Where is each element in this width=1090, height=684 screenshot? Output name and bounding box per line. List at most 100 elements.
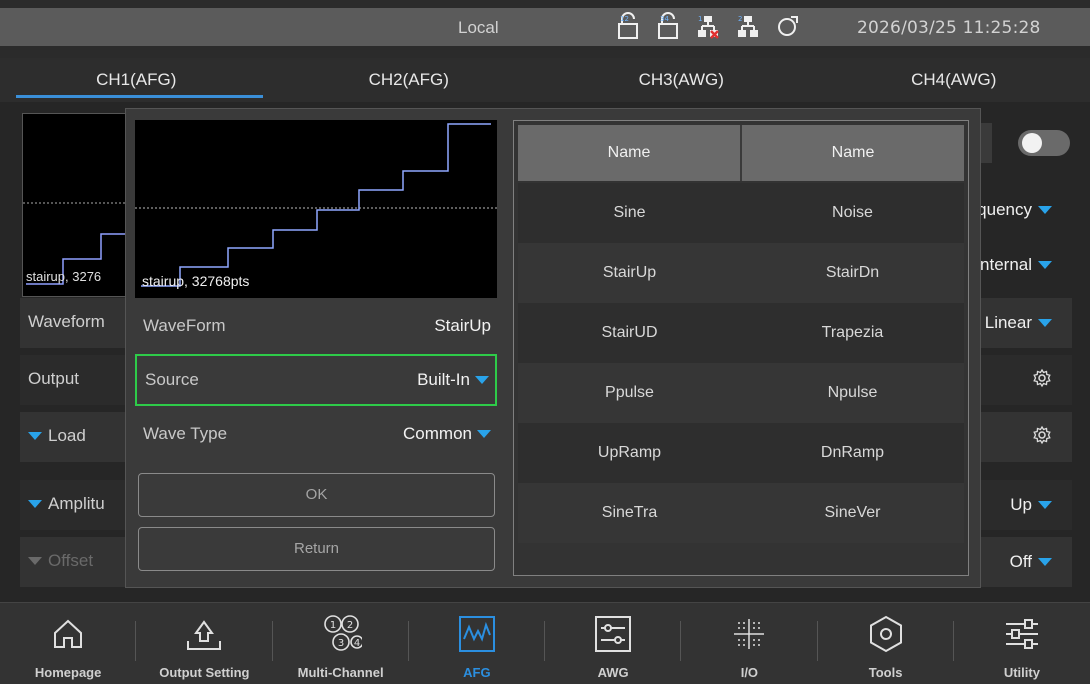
nav-label: Tools (868, 665, 903, 680)
tab-ch3[interactable]: CH3(AWG) (545, 58, 818, 102)
waveform-cell[interactable]: StairDn (741, 243, 964, 303)
column-header: Name (518, 125, 742, 181)
waveform-cell[interactable]: Npulse (741, 363, 964, 423)
return-button[interactable]: Return (138, 527, 495, 571)
svg-text:2: 2 (346, 620, 352, 631)
dropdown-arrow-icon (1038, 261, 1052, 269)
status-icons: 12 34 1 2 (616, 12, 800, 40)
preview-label: stairup, 32768pts (142, 273, 250, 289)
sweep-mode-value: Linear (984, 313, 1032, 332)
usb-34-icon: 34 (656, 12, 680, 40)
dropdown-arrow-icon (1038, 558, 1052, 566)
waveform-table: Name Name Sine Noise StairUp StairDn Sta… (513, 120, 969, 576)
tab-ch1[interactable]: CH1(AFG) (0, 58, 273, 102)
table-row: SineTra SineVer (518, 483, 964, 543)
source-field-label: Source (145, 370, 199, 389)
nav-output-setting[interactable]: Output Setting (136, 603, 273, 684)
load-label: Load (48, 426, 86, 445)
waveform-cell[interactable]: SineTra (518, 483, 741, 543)
svg-text:1: 1 (329, 620, 335, 631)
table-row: Ppulse Npulse (518, 363, 964, 423)
table-row: StairUp StairDn (518, 243, 964, 303)
output-setting-icon (183, 613, 225, 655)
offset-label: Offset (48, 551, 94, 570)
tab-ch4[interactable]: CH4(AWG) (818, 58, 1090, 102)
nav-homepage[interactable]: Homepage (0, 603, 137, 684)
waveform-cell[interactable]: Ppulse (518, 363, 741, 423)
nav-awg[interactable]: AWG (545, 603, 682, 684)
mode-indicator: Local (458, 18, 499, 37)
waveform-field-label: WaveForm (143, 316, 226, 335)
tab-ch2[interactable]: CH2(AFG) (273, 58, 546, 102)
expand-arrow-icon (28, 432, 42, 440)
column-header: Name (831, 144, 875, 161)
waveform-cell[interactable]: StairUp (518, 243, 741, 303)
nav-tools[interactable]: Tools (818, 603, 954, 684)
network-disconnected-icon: 1 (696, 12, 720, 40)
svg-text:1: 1 (698, 15, 702, 23)
bottom-nav: Homepage Output Setting 1234 Multi-Chann… (0, 602, 1090, 684)
awg-icon (592, 613, 634, 655)
table-row: StairUD Trapezia (518, 303, 964, 363)
dropdown-arrow-icon (1038, 501, 1052, 509)
table-row: UpRamp DnRamp (518, 423, 964, 483)
nav-afg[interactable]: AFG (409, 603, 545, 684)
refresh-icon (776, 12, 800, 40)
offset-state-value: Off (1009, 552, 1032, 571)
expand-arrow-icon (28, 557, 42, 565)
network-connected-icon: 2 (736, 12, 760, 40)
direction-value: Up (1010, 495, 1032, 514)
tools-icon (865, 613, 907, 655)
nav-label: Utility (1003, 665, 1040, 680)
dropdown-arrow-icon (475, 376, 489, 384)
waveform-label: Waveform (28, 312, 105, 331)
utility-icon (1001, 613, 1043, 655)
status-bar: Local 12 34 1 2 2026/03/25 11:25:28 (0, 8, 1090, 46)
source-select[interactable]: Source Built-In (135, 354, 497, 406)
usb-12-icon: 12 (616, 12, 640, 40)
waveform-cell[interactable]: DnRamp (741, 423, 964, 483)
output-toggle[interactable] (1018, 130, 1070, 156)
dropdown-arrow-icon (1038, 319, 1052, 327)
nav-utility[interactable]: Utility (954, 603, 1090, 684)
wavetype-field-label: Wave Type (143, 424, 228, 443)
nav-label: AWG (597, 665, 629, 680)
output-label: Output (28, 369, 80, 388)
nav-label: AFG (463, 665, 491, 680)
waveform-cell[interactable]: Trapezia (741, 303, 964, 363)
nav-multi-channel[interactable]: 1234 Multi-Channel (273, 603, 409, 684)
waveform-cell[interactable]: StairUD (518, 303, 741, 363)
dropdown-arrow-icon (477, 430, 491, 438)
wavetype-select[interactable]: Wave Type Common (135, 410, 497, 460)
datetime: 2026/03/25 11:25:28 (857, 18, 1041, 38)
offset-label-wrap: Offset (28, 551, 93, 571)
waveform-preview: stairup, 32768pts (135, 120, 497, 298)
gear-icon[interactable] (1032, 425, 1052, 450)
svg-text:4: 4 (353, 638, 359, 649)
waveform-field-value: StairUp (434, 316, 491, 335)
gear-icon[interactable] (1032, 368, 1052, 393)
nav-io[interactable]: I/O (681, 603, 818, 684)
afg-icon (456, 613, 498, 655)
waveform-cell[interactable]: UpRamp (518, 423, 741, 483)
waveform-row: WaveForm StairUp (135, 302, 497, 352)
ok-button[interactable]: OK (138, 473, 495, 517)
home-icon (47, 613, 89, 655)
dropdown-arrow-icon (1038, 206, 1052, 214)
nav-label: Output Setting (159, 665, 250, 680)
wavetype-field-value: Common (403, 424, 472, 443)
nav-label: I/O (740, 665, 759, 680)
table-row: Sine Noise (518, 183, 964, 243)
svg-text:12: 12 (620, 15, 629, 23)
waveform-cell[interactable]: Noise (741, 183, 964, 243)
source-mode-value: Internal (975, 255, 1032, 274)
nav-label: Homepage (34, 665, 102, 680)
waveform-cell[interactable]: SineVer (741, 483, 964, 543)
expand-arrow-icon (28, 500, 42, 508)
svg-text:3: 3 (337, 638, 343, 649)
svg-text:2: 2 (738, 15, 742, 23)
svg-text:34: 34 (660, 15, 669, 23)
channel-tabs: CH1(AFG) CH2(AFG) CH3(AWG) CH4(AWG) (0, 58, 1090, 102)
waveform-cell[interactable]: Sine (518, 183, 741, 243)
table-header: Name Name (518, 125, 964, 181)
